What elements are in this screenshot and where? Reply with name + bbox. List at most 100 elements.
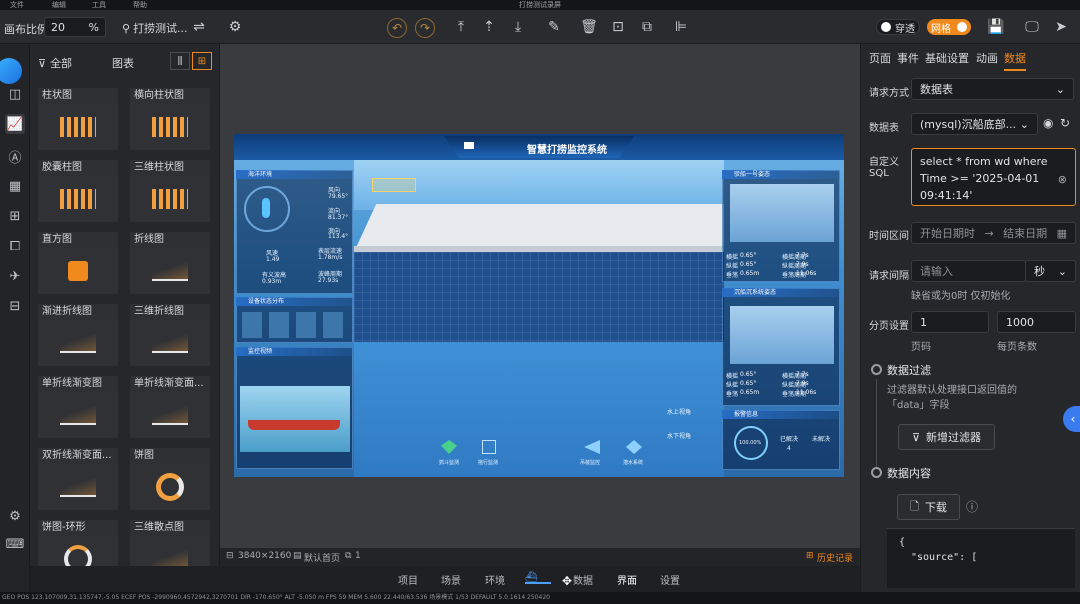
component-card[interactable]: 三维柱状图 — [130, 160, 210, 222]
brush-icon[interactable]: ✎ — [543, 16, 565, 38]
tab-page[interactable]: 页面 — [869, 50, 891, 66]
layers-icon[interactable]: ◫ — [5, 84, 25, 104]
undo-icon[interactable]: ↶ — [387, 18, 407, 38]
through-toggle-label: 穿透 — [895, 23, 915, 35]
eye-icon[interactable]: ◉ — [1043, 116, 1053, 130]
component-card-label: 三维折线图 — [130, 304, 210, 320]
dash-video-frame[interactable] — [240, 386, 350, 452]
plane-icon[interactable]: ✈ — [5, 266, 25, 286]
project-name[interactable]: ⚲ 打捞测试... — [122, 20, 188, 36]
interval-input[interactable]: 请输入 — [911, 260, 1026, 282]
nav-project[interactable]: 项目 — [398, 572, 418, 587]
content-title: 数据内容 — [887, 467, 931, 480]
dash-bottom-label-1: 拖行监测 — [478, 460, 499, 466]
nav-settings[interactable]: 设置 — [660, 572, 680, 587]
component-card-label: 胶囊柱图 — [38, 160, 118, 176]
history-link[interactable]: 历史记录 — [817, 551, 853, 564]
list-view-icon[interactable]: ⫼ — [170, 52, 190, 70]
interval-unit-select[interactable]: 秒 ⌄ — [1025, 260, 1076, 282]
component-card[interactable]: 胶囊柱图 — [38, 160, 118, 222]
request-method-value: 数据表 — [920, 83, 953, 96]
dash-val-surface-flow: 1.78m/s — [318, 254, 343, 261]
move-up-icon[interactable]: ⇡ — [478, 16, 500, 38]
widget-icon[interactable]: ⧠ — [5, 236, 25, 256]
component-card[interactable]: 折线图 — [130, 232, 210, 294]
delete-icon[interactable]: 🗑 — [578, 16, 600, 38]
dashboard-preview[interactable]: 智慧打捞监控系统 海洋环境 风向 79.65° 流向 81.37° 浪向 113… — [234, 134, 844, 477]
nav-scene[interactable]: 场景 — [441, 572, 461, 587]
component-card-label: 横向柱状图 — [130, 88, 210, 104]
component-card[interactable]: 直方图 — [38, 232, 118, 294]
component-card[interactable]: 柱状图 — [38, 88, 118, 150]
component-card[interactable]: 饼图 — [130, 448, 210, 510]
request-method-select[interactable]: 数据表 ⌄ — [911, 78, 1074, 100]
monitor-icon[interactable]: 🖵 — [1021, 16, 1043, 38]
page-input[interactable]: 1 — [911, 311, 989, 333]
canvas-ratio-input[interactable]: 20 % — [44, 17, 106, 37]
redo-icon[interactable]: ↷ — [415, 18, 435, 38]
default-page[interactable]: 默认首页 — [304, 551, 340, 564]
canvas-status-bar: ⊟ 3840×2160 ▤ 默认首页 ⧉ 1 ⊞ 历史记录 — [220, 548, 860, 566]
component-card[interactable]: 单折线渐变图 — [38, 376, 118, 438]
clear-icon[interactable]: ⊗ — [1058, 173, 1067, 186]
chart-icon[interactable]: 📈 — [5, 114, 25, 134]
grid-view-icon[interactable]: ⊞ — [192, 52, 212, 70]
dash-env-title: 海洋环境 — [236, 170, 353, 179]
dash-video-title: 监控视频 — [236, 347, 353, 356]
nav-data[interactable]: 数据 — [573, 572, 593, 587]
send-icon[interactable]: ➤ — [1050, 16, 1072, 38]
settings-icon[interactable]: ⚙ — [5, 506, 25, 526]
save-icon[interactable]: 💾 — [985, 16, 1007, 38]
align-left-icon[interactable]: ⊫ — [670, 16, 692, 38]
collapse-panel-icon[interactable]: ‹ — [1063, 406, 1080, 432]
time-range-picker[interactable]: 开始日期时 → 结束日期 ▦ — [911, 222, 1076, 244]
tab-animation[interactable]: 动画 — [976, 50, 998, 66]
keyboard-icon[interactable]: ⌨ — [5, 534, 25, 554]
dash-val-flow-dir: 81.37° — [328, 214, 349, 221]
nav-interface[interactable]: 界面 — [617, 572, 637, 587]
ungroup-icon[interactable]: ⧉ — [636, 16, 658, 38]
dash-tow-monitor-icon[interactable] — [482, 440, 496, 454]
table-icon[interactable]: ▦ — [5, 176, 25, 196]
component-card[interactable]: 单折线渐变面... — [130, 376, 210, 438]
ship-icon[interactable]: ⛴ — [525, 572, 551, 584]
tab-event[interactable]: 事件 — [897, 50, 919, 66]
component-card[interactable]: 三维折线图 — [130, 304, 210, 366]
page-size-input[interactable]: 1000 — [997, 311, 1076, 333]
component-card[interactable]: 双折线渐变面... — [38, 448, 118, 510]
file-icon: 🗋 — [910, 499, 919, 513]
move-down-icon[interactable]: ⤓ — [507, 16, 529, 38]
media-icon[interactable]: ⊞ — [5, 206, 25, 226]
custom-sql-label-2: SQL — [869, 168, 889, 179]
tab-basic-settings[interactable]: 基础设置 — [925, 50, 969, 66]
gear-icon[interactable]: ⚙ — [224, 16, 246, 38]
tab-data[interactable]: 数据 — [1004, 50, 1026, 71]
dash-logo-icon — [464, 142, 474, 149]
group-icon[interactable]: ⊡ — [607, 16, 629, 38]
grid-toggle[interactable]: 网格 — [927, 19, 971, 35]
line-chart-icon — [152, 261, 188, 281]
datatable-select[interactable]: (mysql)沉船底部... ⌄ — [911, 113, 1038, 135]
device-icon[interactable]: ⊟ — [5, 296, 25, 316]
dash-view-below[interactable]: 水下视角 — [667, 431, 691, 440]
data-content-json[interactable]: { "source": [ — [887, 528, 1075, 588]
component-card[interactable]: 横向柱状图 — [130, 88, 210, 150]
custom-sql-textarea[interactable]: select * from wd where Time >= '2025-04-… — [911, 148, 1076, 206]
sliders-icon[interactable]: ⇌ — [188, 16, 210, 38]
dash-alarm-unhandled: 未解决 — [812, 436, 831, 443]
add-filter-button[interactable]: ⊽ 新增过滤器 — [898, 424, 995, 450]
ship-value: 11.06s — [796, 389, 817, 396]
text-icon[interactable]: Ⓐ — [5, 146, 25, 166]
filter-all[interactable]: ⊽ 全部 — [38, 55, 72, 71]
align-top-icon[interactable]: ⤒ — [450, 16, 472, 38]
through-toggle[interactable]: 穿透 — [876, 19, 920, 35]
component-card[interactable]: 渐进折线图 — [38, 304, 118, 366]
dash-ship2-title: 沉船沉系统姿态 — [722, 288, 840, 297]
dash-view-above[interactable]: 水上视角 — [667, 407, 691, 416]
refresh-icon[interactable]: ↻ — [1060, 116, 1070, 130]
time-range-label: 时间区间 — [869, 231, 909, 242]
download-button[interactable]: 🗋 下载 — [897, 494, 960, 520]
help-icon[interactable]: ⓘ — [966, 498, 978, 515]
nav-environment[interactable]: 环境 — [485, 572, 505, 587]
canvas-ratio-unit: % — [88, 20, 99, 34]
